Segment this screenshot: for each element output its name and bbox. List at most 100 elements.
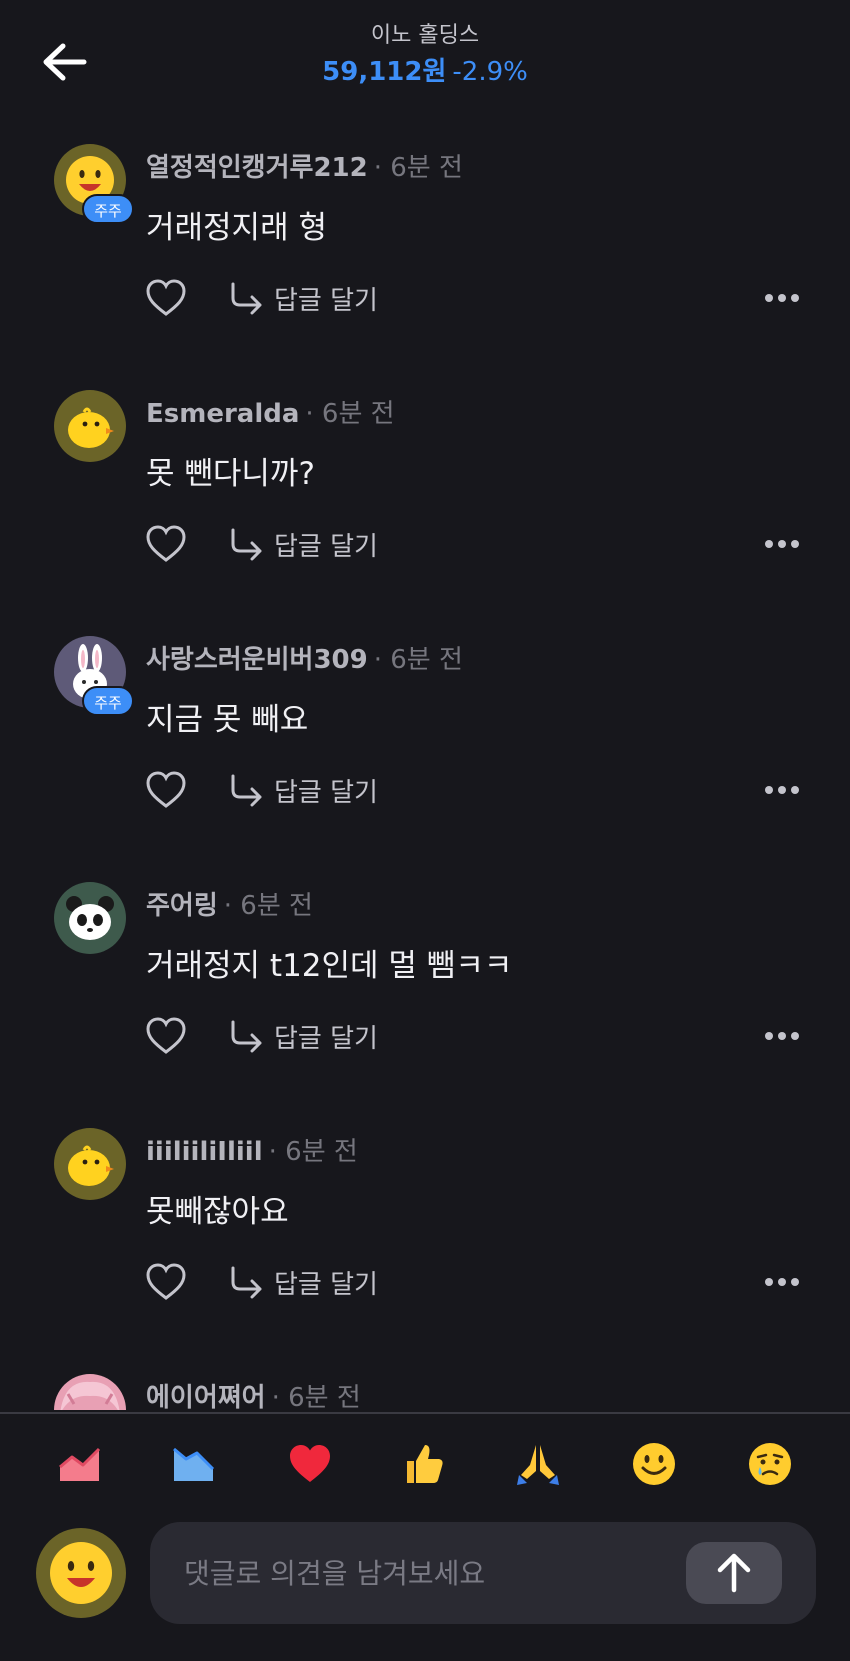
reaction-bar	[0, 1436, 850, 1498]
comment-item: Esmeralda · 6분 전 못 뺀다니까? 답글 달기	[0, 386, 850, 632]
sad-icon	[749, 1443, 791, 1485]
thumbs-up-icon	[407, 1445, 443, 1483]
top-bar: 이노 홀딩스 59,112원 -2.9%	[0, 0, 850, 110]
reaction-thumbs-up[interactable]	[396, 1436, 452, 1492]
comment-actions: 답글 달기	[144, 762, 804, 818]
heart-outline-icon	[146, 525, 186, 562]
comment-input[interactable]	[184, 1546, 654, 1600]
reaction-chart-up[interactable]	[52, 1436, 108, 1492]
reply-label: 답글 달기	[274, 531, 378, 562]
price-change: -2.9%	[452, 57, 528, 87]
price-line: 59,112원 -2.9%	[0, 52, 850, 92]
comment-meta: 주어링 · 6분 전	[146, 888, 313, 924]
comment-meta: Esmeralda · 6분 전	[146, 396, 395, 432]
comment-meta: 사랑스러운비버309 · 6분 전	[146, 642, 463, 678]
shareholder-badge: 주주	[82, 686, 134, 716]
comment-meta: 에이어쪄어 · 6분 전	[146, 1380, 361, 1410]
bottom-panel	[0, 1414, 850, 1661]
avatar[interactable]	[54, 1374, 126, 1410]
comment-text: 거래정지 t12인데 멀 뺌ㅋㅋ	[146, 948, 513, 984]
comment-text: 못빼잖아요	[146, 1194, 289, 1230]
reply-button[interactable]: 답글 달기	[228, 520, 378, 568]
more-options-button[interactable]	[760, 280, 804, 316]
more-dots-icon	[765, 294, 799, 302]
more-dots-icon	[765, 1032, 799, 1040]
comment-actions: 답글 달기	[144, 1008, 804, 1064]
timestamp: · 6분 전	[268, 1137, 358, 1167]
like-button[interactable]	[144, 522, 188, 566]
chick-avatar-icon	[54, 390, 126, 462]
pray-icon	[517, 1445, 559, 1485]
reply-arrow-icon	[231, 1020, 262, 1053]
comment-meta: 열정적인캥거루212 · 6분 전	[146, 150, 463, 186]
reply-arrow-icon	[231, 282, 262, 315]
username[interactable]: 에이어쪄어	[146, 1383, 266, 1410]
more-options-button[interactable]	[760, 1264, 804, 1300]
more-options-button[interactable]	[760, 772, 804, 808]
chart-down-icon	[173, 1447, 215, 1481]
stock-title: 이노 홀딩스 59,112원 -2.9%	[0, 20, 850, 92]
comment-item: 주주 열정적인캥거루212 · 6분 전 거래정지래 형 답글 달기	[0, 140, 850, 386]
more-dots-icon	[765, 540, 799, 548]
avatar[interactable]	[54, 882, 126, 954]
username[interactable]: 사랑스러운비버309	[146, 645, 368, 675]
username[interactable]: 주어링	[146, 891, 218, 921]
comment-item: iiiliiliIliil · 6분 전 못빼잖아요 답글 달기	[0, 1124, 850, 1370]
comment-meta: iiiliiliIliil · 6분 전	[146, 1134, 358, 1170]
reaction-heart[interactable]	[282, 1436, 338, 1492]
smiley-avatar-icon	[36, 1528, 126, 1618]
comment-text: 지금 못 빼요	[146, 702, 309, 738]
comment-composer	[150, 1522, 816, 1624]
comment-text: 거래정지래 형	[146, 210, 327, 246]
reply-label: 답글 달기	[274, 285, 378, 316]
more-options-button[interactable]	[760, 526, 804, 562]
username[interactable]: 열정적인캥거루212	[146, 153, 368, 183]
timestamp: · 6분 전	[305, 399, 395, 429]
reaction-chart-down[interactable]	[166, 1436, 222, 1492]
comment-item: 주주 사랑스러운비버309 · 6분 전 지금 못 빼요 답글 달기	[0, 632, 850, 878]
like-button[interactable]	[144, 1260, 188, 1304]
avatar[interactable]	[54, 390, 126, 462]
more-dots-icon	[765, 1278, 799, 1286]
comment-text: 못 뺀다니까?	[146, 456, 315, 492]
shareholder-badge: 주주	[82, 194, 134, 224]
comment-item: 주어링 · 6분 전 거래정지 t12인데 멀 뺌ㅋㅋ 답글 달기	[0, 878, 850, 1124]
reply-button[interactable]: 답글 달기	[228, 274, 378, 322]
reply-arrow-icon	[231, 774, 262, 807]
more-dots-icon	[765, 786, 799, 794]
heart-outline-icon	[146, 1017, 186, 1054]
avatar[interactable]	[54, 1128, 126, 1200]
reply-button[interactable]: 답글 달기	[228, 1012, 378, 1060]
pink-character-avatar-icon	[54, 1374, 126, 1410]
like-button[interactable]	[144, 276, 188, 320]
reply-button[interactable]: 답글 달기	[228, 766, 378, 814]
timestamp: · 6분 전	[271, 1383, 361, 1410]
reply-button[interactable]: 답글 달기	[228, 1258, 378, 1306]
comment-actions: 답글 달기	[144, 516, 804, 572]
heart-outline-icon	[146, 1263, 186, 1300]
username[interactable]: Esmeralda	[146, 399, 299, 429]
reply-label: 답글 달기	[274, 1269, 378, 1300]
more-options-button[interactable]	[760, 1018, 804, 1054]
username[interactable]: iiiliiliIliil	[146, 1137, 263, 1167]
send-button[interactable]	[686, 1542, 782, 1604]
reply-arrow-icon	[231, 1266, 262, 1299]
comment-list: 주주 열정적인캥거루212 · 6분 전 거래정지래 형 답글 달기 Esmer…	[0, 140, 850, 1410]
timestamp: · 6분 전	[373, 645, 463, 675]
my-avatar	[36, 1528, 126, 1618]
smile-icon	[633, 1443, 675, 1485]
reaction-pray[interactable]	[510, 1436, 566, 1492]
stock-price: 59,112원	[322, 57, 447, 87]
like-button[interactable]	[144, 768, 188, 812]
stock-name: 이노 홀딩스	[370, 23, 480, 48]
comment-actions: 답글 달기	[144, 1254, 804, 1310]
reaction-smile[interactable]	[626, 1436, 682, 1492]
like-button[interactable]	[144, 1014, 188, 1058]
comment-actions: 답글 달기	[144, 270, 804, 326]
timestamp: · 6분 전	[373, 153, 463, 183]
reaction-sad[interactable]	[742, 1436, 798, 1492]
heart-icon	[290, 1445, 330, 1482]
panda-avatar-icon	[54, 882, 126, 954]
heart-outline-icon	[146, 771, 186, 808]
reply-label: 답글 달기	[274, 777, 378, 808]
